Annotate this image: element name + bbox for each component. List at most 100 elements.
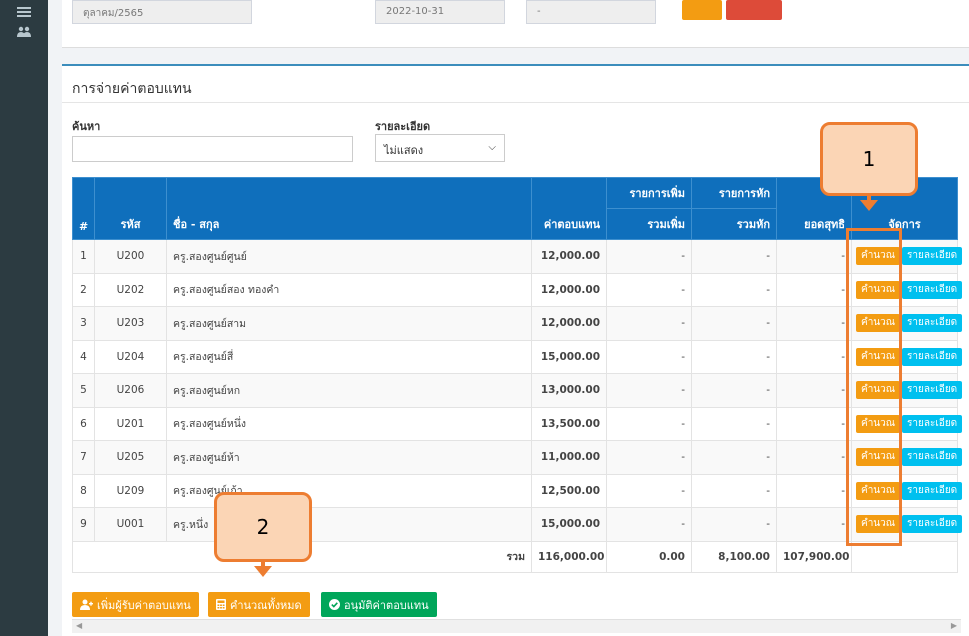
table-row: 6 U201 ครู.สองศูนย์หนึ่ง 13,500.00- - - คำนวณร… (72, 406, 963, 441)
sidebar (0, 0, 48, 636)
calc-all-button[interactable]: คำนวณทั้งหมด (208, 592, 310, 617)
row-add: - (606, 272, 692, 307)
callout-2: 2 (214, 492, 312, 562)
row-deduct: - (691, 373, 777, 408)
add-recipient-button[interactable]: เพิ่มผู้รับค่าตอบแทน (72, 592, 199, 617)
detail-button[interactable]: รายละเอียด (902, 247, 963, 266)
table-row: 2 U202 ครู.สองศูนย์สอง ทองคำ 12,000.00- - - คำ… (72, 272, 963, 307)
detail-select[interactable]: ไม่แสดง ⌵ (375, 134, 505, 162)
total-deduct: 8,100.00 (691, 540, 777, 573)
table-row: 4 U204 ครู.สองศูนย์สี่ 15,000.00- - - คำนวณ ราย… (72, 339, 963, 374)
col-deduct-group: รายการหัก (691, 177, 777, 209)
approve-button[interactable]: อนุมัติค่าตอบแทน (321, 592, 437, 617)
detail-button[interactable]: รายละเอียด (902, 347, 963, 366)
row-no: 9 (72, 507, 95, 542)
row-code: U206 (94, 373, 167, 408)
detail-button[interactable]: รายละเอียด (902, 481, 963, 500)
detail-button[interactable]: รายละเอียด (902, 448, 963, 467)
row-net: - (776, 339, 852, 374)
detail-label: รายละเอียด (375, 120, 431, 133)
row-pay: 15,000.00 (531, 507, 607, 542)
table-row: 1 U200 ครู.สองศูนย์ศูนย์ 12,000.00- - - คำนวณร… (72, 239, 963, 274)
row-add: - (606, 507, 692, 542)
row-net: - (776, 373, 852, 408)
detail-button[interactable]: รายละเอียด (902, 515, 963, 534)
detail-button[interactable]: รายละเอียด (902, 381, 963, 400)
callout-1: 1 (820, 122, 918, 196)
row-no: 1 (72, 239, 95, 274)
row-add: - (606, 306, 692, 341)
row-add: - (606, 339, 692, 374)
table-row: 3 U203 ครู.สองศูนย์สาม 12,000.00- - - คำนวณ ราย… (72, 306, 963, 341)
menu-icon[interactable] (17, 6, 31, 18)
row-name: ครู.สองศูนย์หก (166, 373, 532, 408)
row-add: - (606, 406, 692, 441)
row-net: - (776, 473, 852, 508)
detail-button[interactable]: รายละเอียด (902, 414, 963, 433)
scroll-right-icon[interactable]: ▶ (951, 621, 957, 630)
col-code: รหัส (94, 177, 167, 240)
row-deduct: - (691, 473, 777, 508)
row-no: 5 (72, 373, 95, 408)
row-deduct: - (691, 507, 777, 542)
row-no: 3 (72, 306, 95, 341)
period-field: ตุลาคม/2565 (72, 0, 252, 24)
period-card: ตุลาคม/2565 2022-10-31 - (62, 0, 969, 48)
col-add-total: รวมเพิ่ม (606, 208, 692, 240)
col-deduct-total: รวมหัก (691, 208, 777, 240)
chevron-down-icon: ⌵ (488, 142, 496, 153)
edit-button[interactable] (682, 0, 722, 20)
total-row: รวม 116,000.00 0.00 8,100.00 107,900.00 (72, 540, 958, 573)
users-icon[interactable] (17, 26, 31, 38)
date-field: 2022-10-31 (375, 0, 505, 24)
row-no: 2 (72, 272, 95, 307)
row-code: U200 (94, 239, 167, 274)
row-deduct: - (691, 406, 777, 441)
callout-1-arrow (860, 200, 878, 211)
delete-button[interactable] (726, 0, 782, 20)
row-no: 4 (72, 339, 95, 374)
detail-button[interactable]: รายละเอียด (902, 280, 963, 299)
search-label: ค้นหา (72, 120, 101, 133)
actions-highlight-box (846, 228, 902, 546)
horizontal-scrollbar[interactable]: ◀ ▶ (72, 619, 961, 633)
row-name: ครู.สองศูนย์สอง ทองคำ (166, 272, 532, 307)
calculator-icon (216, 599, 226, 610)
payment-table: # รหัส ชื่อ - สกุล ค่าตอบแทน รายการเพิ่ม… (72, 177, 963, 573)
add-recipient-label: เพิ่มผู้รับค่าตอบแทน (97, 598, 191, 612)
row-net: - (776, 440, 852, 475)
row-code: U201 (94, 406, 167, 441)
total-net: 107,900.00 (776, 540, 852, 573)
row-deduct: - (691, 239, 777, 274)
row-code: U202 (94, 272, 167, 307)
search-input[interactable] (72, 136, 353, 162)
row-add: - (606, 473, 692, 508)
scroll-left-icon[interactable]: ◀ (76, 621, 82, 630)
col-no: # (72, 177, 95, 240)
divider (62, 102, 969, 103)
row-pay: 12,000.00 (531, 239, 607, 274)
table-row: 5 U206 ครู.สองศูนย์หก 13,000.00- - - คำนวณ รายล… (72, 373, 963, 408)
callout-2-number: 2 (256, 515, 270, 539)
row-deduct: - (691, 272, 777, 307)
col-pay: ค่าตอบแทน (531, 177, 607, 240)
col-name: ชื่อ - สกุล (166, 177, 532, 240)
total-pay: 116,000.00 (531, 540, 607, 573)
row-code: U203 (94, 306, 167, 341)
row-net: - (776, 239, 852, 274)
row-no: 6 (72, 406, 95, 441)
table-row: 7 U205 ครู.สองศูนย์ห้า 11,000.00- - - คำนวณ ราย… (72, 440, 963, 475)
row-deduct: - (691, 440, 777, 475)
row-code: U001 (94, 507, 167, 542)
row-code: U205 (94, 440, 167, 475)
status-field: - (526, 0, 656, 24)
row-pay: 13,500.00 (531, 406, 607, 441)
row-no: 8 (72, 473, 95, 508)
row-pay: 15,000.00 (531, 339, 607, 374)
row-deduct: - (691, 339, 777, 374)
approve-label: อนุมัติค่าตอบแทน (344, 598, 429, 612)
row-pay: 13,000.00 (531, 373, 607, 408)
row-code: U209 (94, 473, 167, 508)
row-pay: 12,500.00 (531, 473, 607, 508)
detail-button[interactable]: รายละเอียด (902, 314, 963, 333)
